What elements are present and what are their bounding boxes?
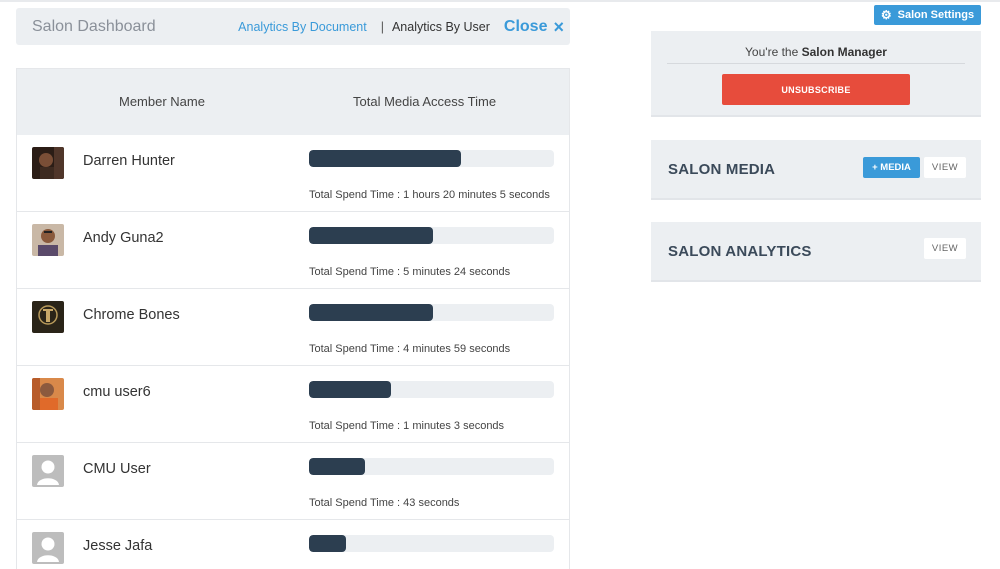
table-row: Chrome Bones Total Spend Time : 4 minutes… <box>17 289 569 366</box>
link-separator: | <box>380 19 384 34</box>
avatar <box>32 532 64 564</box>
gear-icon: ⚙ <box>880 8 892 22</box>
salon-media-title: SALON MEDIA <box>668 161 776 178</box>
total-spend-time: Total Spend Time : 1 minutes 3 seconds <box>309 420 505 432</box>
table-row: cmu user6 Total Spend Time : 1 minutes 3 … <box>17 366 569 443</box>
avatar <box>32 378 64 410</box>
table-row: Jesse Jafa <box>17 520 569 569</box>
access-time-progress-fill <box>309 535 346 552</box>
header-links: Analytics By Document | Analytics By Use… <box>238 8 564 45</box>
member-name: Jesse Jafa <box>83 538 153 554</box>
total-spend-time: Total Spend Time : 4 minutes 59 seconds <box>309 343 511 355</box>
column-header-member-name: Member Name <box>119 94 205 109</box>
access-time-progress-fill <box>309 304 433 321</box>
close-button[interactable]: Close × <box>504 18 564 36</box>
manager-role-text: You're the Salon Manager <box>651 45 981 59</box>
salon-settings-label: Salon Settings <box>897 9 975 21</box>
table-row: Andy Guna2 Total Spend Time : 5 minutes 2… <box>17 212 569 289</box>
salon-analytics-card: SALON ANALYTICS VIEW <box>651 222 981 282</box>
divider <box>667 63 965 64</box>
avatar <box>32 455 64 487</box>
total-spend-time: Total Spend Time : 5 minutes 24 seconds <box>309 266 511 278</box>
avatar <box>32 224 64 256</box>
view-media-button[interactable]: VIEW <box>924 157 966 178</box>
table-header: Member Name Total Media Access Time <box>17 69 569 135</box>
member-name: cmu user6 <box>83 384 151 400</box>
member-name: Darren Hunter <box>83 153 175 169</box>
table-row: Darren Hunter Total Spend Time : 1 hours … <box>17 135 569 212</box>
manager-role: Salon Manager <box>801 45 887 59</box>
salon-media-card: SALON MEDIA + MEDIA VIEW <box>651 140 981 200</box>
access-time-progress-bar <box>309 458 554 475</box>
access-time-progress-fill <box>309 381 392 398</box>
access-time-progress-bar <box>309 304 554 321</box>
member-name: CMU User <box>83 461 151 477</box>
access-time-progress-bar <box>309 227 554 244</box>
access-time-progress-fill <box>309 150 461 167</box>
salon-settings-button[interactable]: ⚙ Salon Settings <box>874 5 981 25</box>
analytics-by-document-link[interactable]: Analytics By Document <box>238 20 367 34</box>
total-spend-time: Total Spend Time : 43 seconds <box>309 497 460 509</box>
total-spend-time: Total Spend Time : 1 hours 20 minutes 5 … <box>309 189 550 201</box>
access-time-progress-bar <box>309 535 554 552</box>
column-header-total-media-access-time: Total Media Access Time <box>353 94 497 109</box>
unsubscribe-button[interactable]: UNSUBSCRIBE <box>722 74 910 105</box>
salon-analytics-title: SALON ANALYTICS <box>668 243 812 260</box>
view-analytics-button[interactable]: VIEW <box>924 238 966 259</box>
member-name: Chrome Bones <box>83 307 180 323</box>
member-name: Andy Guna2 <box>83 230 164 246</box>
member-analytics-table: Member Name Total Media Access Time Darr… <box>16 68 570 569</box>
page-title: Salon Dashboard <box>32 18 156 35</box>
dashboard-header: Salon Dashboard Analytics By Document | … <box>16 8 570 45</box>
table-body: Darren Hunter Total Spend Time : 1 hours … <box>17 135 569 569</box>
manager-prefix: You're the <box>745 45 799 59</box>
avatar <box>32 301 64 333</box>
analytics-by-user-tab[interactable]: Analytics By User <box>392 20 490 34</box>
access-time-progress-fill <box>309 227 433 244</box>
close-label: Close <box>503 17 548 35</box>
access-time-progress-bar <box>309 150 554 167</box>
top-divider <box>0 0 1000 2</box>
access-time-progress-fill <box>309 458 366 475</box>
avatar <box>32 147 64 179</box>
close-icon: × <box>553 16 564 37</box>
table-row: CMU User Total Spend Time : 43 seconds <box>17 443 569 520</box>
add-media-button[interactable]: + MEDIA <box>863 157 920 178</box>
manager-card: You're the Salon Manager UNSUBSCRIBE <box>651 31 981 117</box>
access-time-progress-bar <box>309 381 554 398</box>
